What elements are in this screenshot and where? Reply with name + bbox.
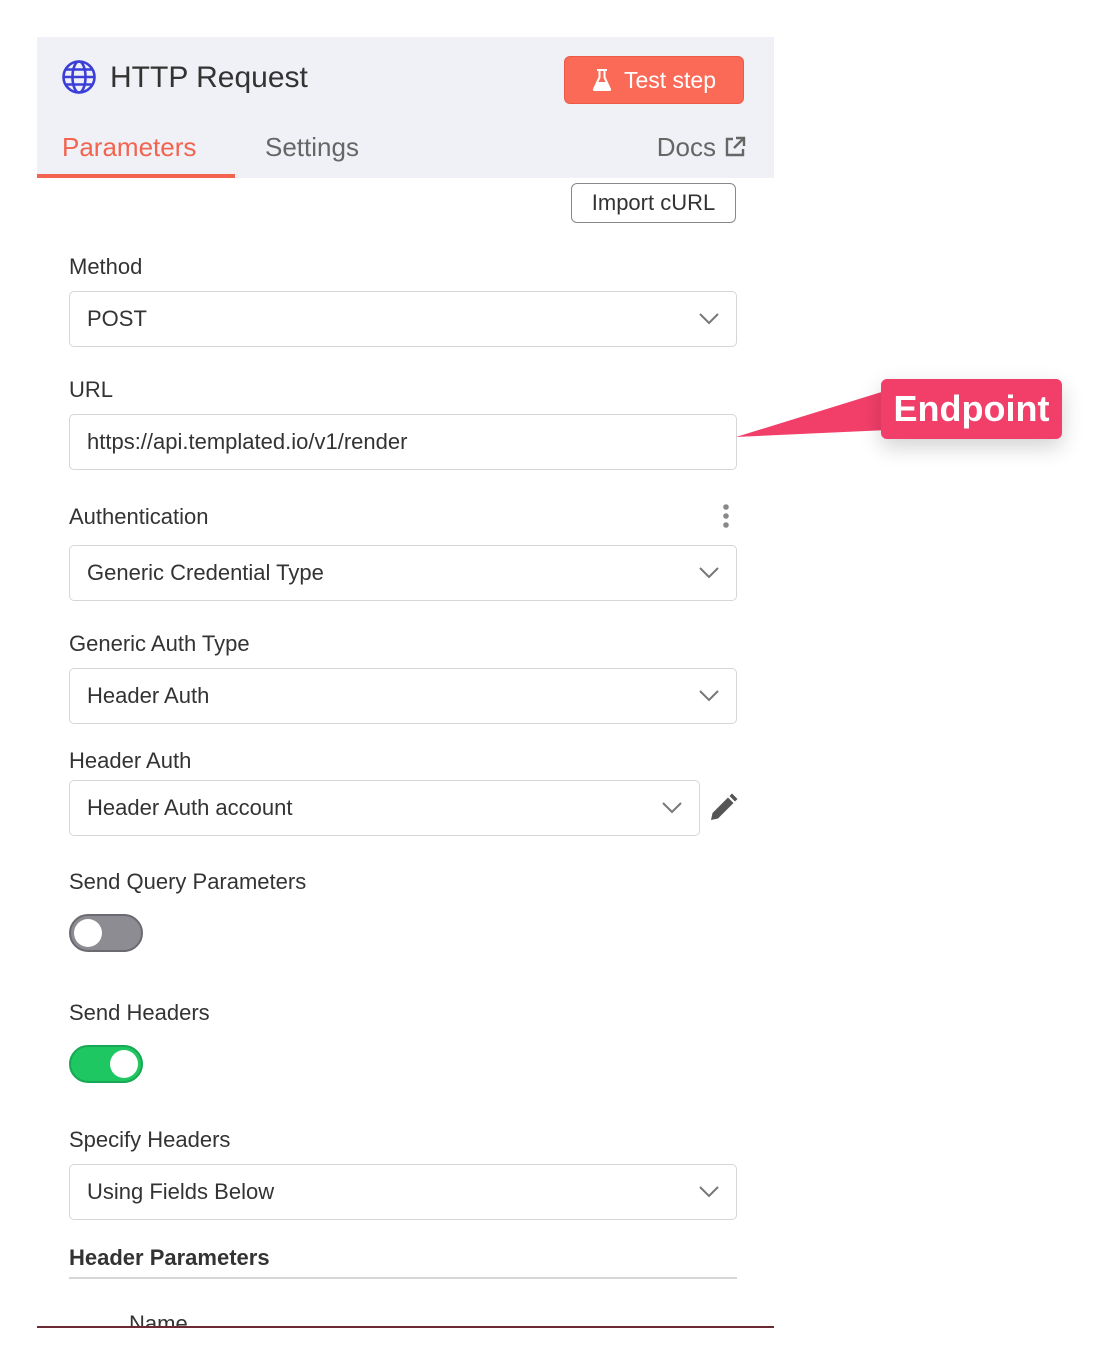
test-step-label: Test step xyxy=(623,66,717,93)
header-parameters-title: Header Parameters xyxy=(69,1245,270,1270)
generic-auth-type-value: Header Auth xyxy=(87,683,210,708)
chevron-down-icon xyxy=(699,313,719,325)
globe-icon xyxy=(62,60,96,94)
authentication-value: Generic Credential Type xyxy=(87,560,324,585)
send-headers-toggle[interactable] xyxy=(69,1045,143,1083)
pencil-icon[interactable] xyxy=(708,793,738,823)
chevron-down-icon xyxy=(699,567,719,579)
flask-icon xyxy=(592,69,612,91)
more-vertical-icon[interactable] xyxy=(721,503,731,529)
tab-settings[interactable]: Settings xyxy=(265,129,359,165)
chevron-down-icon xyxy=(699,690,719,702)
toggle-knob xyxy=(110,1050,138,1078)
docs-label: Docs xyxy=(656,132,716,162)
generic-auth-type-select[interactable]: Header Auth xyxy=(69,668,737,724)
header-auth-label: Header Auth xyxy=(69,748,192,773)
url-input[interactable]: https://api.templated.io/v1/render xyxy=(69,414,737,470)
generic-auth-type-label: Generic Auth Type xyxy=(69,631,250,656)
callout-pointer xyxy=(736,390,888,437)
node-title: HTTP Request xyxy=(110,61,308,94)
header-auth-credential-select[interactable]: Header Auth account xyxy=(69,780,700,836)
node-panel: HTTP Request Test step Parameters Settin… xyxy=(37,37,774,1328)
method-value: POST xyxy=(87,306,147,331)
chevron-down-icon xyxy=(662,802,682,814)
external-link-icon xyxy=(725,136,746,157)
parameter-name-column: Name xyxy=(129,1311,188,1328)
divider xyxy=(69,1277,737,1279)
url-value: https://api.templated.io/v1/render xyxy=(87,429,408,454)
specify-headers-label: Specify Headers xyxy=(69,1127,231,1152)
test-step-button[interactable]: Test step xyxy=(564,56,744,104)
send-headers-label: Send Headers xyxy=(69,1000,210,1025)
specify-headers-select[interactable]: Using Fields Below xyxy=(69,1164,737,1220)
toggle-knob xyxy=(74,919,102,947)
method-select[interactable]: POST xyxy=(69,291,737,347)
chevron-down-icon xyxy=(699,1186,719,1198)
url-label: URL xyxy=(69,377,114,402)
tab-parameters[interactable]: Parameters xyxy=(62,129,196,165)
docs-link[interactable]: Docs xyxy=(657,129,746,165)
panel-header: HTTP Request Test step Parameters Settin… xyxy=(37,37,774,178)
import-curl-button[interactable]: Import cURL xyxy=(571,183,736,223)
authentication-label: Authentication xyxy=(69,504,209,529)
active-tab-indicator xyxy=(37,174,235,178)
send-query-toggle[interactable] xyxy=(69,914,143,952)
method-label: Method xyxy=(69,254,143,279)
authentication-select[interactable]: Generic Credential Type xyxy=(69,545,737,601)
send-query-label: Send Query Parameters xyxy=(69,869,307,894)
endpoint-callout: Endpoint xyxy=(881,379,1062,439)
specify-headers-value: Using Fields Below xyxy=(87,1179,275,1204)
header-auth-value: Header Auth account xyxy=(87,795,293,820)
